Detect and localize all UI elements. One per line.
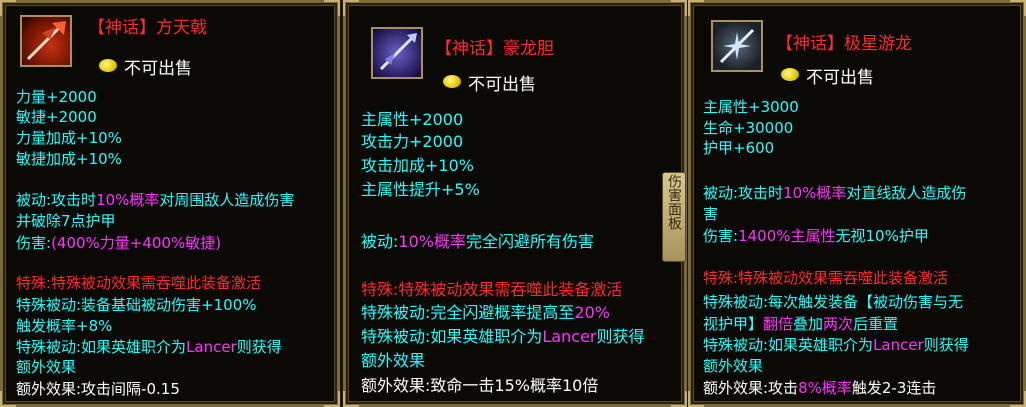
special-line: 特殊被动:完全闪避概率提高至20% — [361, 303, 610, 322]
stat-line: 力量+2000 — [16, 88, 97, 106]
special-line: 额外效果 — [361, 351, 426, 370]
gold-coin-icon — [781, 68, 799, 81]
spear-icon — [371, 27, 423, 79]
special-line: 特殊被动:如果英雄职介为Lancer则获得 — [16, 338, 282, 356]
stat-line: 护甲+600 — [703, 139, 775, 157]
sell-status: 不可出售 — [806, 68, 874, 88]
stat-line: 敏捷加成+10% — [16, 150, 122, 168]
extra-effect: 额外效果:致命一击15%概率10倍 — [361, 376, 599, 395]
item-title: 【神话】极星游龙 — [776, 34, 912, 54]
special-line: 特殊被动:如果英雄职介为Lancer则获得 — [703, 336, 969, 354]
stat-line: 攻击加成+10% — [361, 156, 474, 175]
special-line: 特殊被动:如果英雄职介为Lancer则获得 — [361, 327, 645, 346]
stat-line: 敏捷+2000 — [16, 108, 97, 126]
special-line: 触发概率+8% — [16, 317, 113, 335]
sell-status: 不可出售 — [468, 75, 536, 95]
special-line: 额外效果 — [703, 357, 764, 375]
halberd-icon — [20, 15, 72, 67]
damage-line: 伤害:1400%主属性无视10%护甲 — [703, 227, 929, 245]
passive-line: 被动:10%概率完全闪避所有伤害 — [361, 232, 594, 251]
passive-line-2: 并破除7点护甲 — [16, 212, 116, 230]
item-title: 【神话】方天戟 — [88, 18, 207, 38]
stat-line: 生命+30000 — [703, 119, 794, 137]
special-line: 特殊被动:装备基础被动伤害+100% — [16, 296, 257, 314]
gold-coin-icon — [443, 75, 461, 88]
star-spear-icon — [711, 20, 763, 72]
extra-effect: 额外效果:攻击间隔-0.15 — [16, 380, 180, 398]
damage-line: 伤害:(400%力量+400%敏捷) — [16, 234, 222, 252]
stat-line: 主属性+3000 — [703, 98, 799, 116]
special-header: 特殊:特殊被动效果需吞噬此装备激活 — [16, 274, 262, 292]
item-title: 【神话】豪龙胆 — [435, 39, 554, 59]
stat-line: 攻击力+2000 — [361, 132, 464, 151]
damage-panel-tab[interactable]: 伤害面板 — [662, 172, 686, 262]
extra-effect: 额外效果:攻击8%概率触发2-3连击 — [703, 379, 937, 397]
damage-panel-tab-label: 伤害面板 — [666, 174, 682, 230]
special-line: 额外效果 — [16, 358, 77, 376]
stat-line: 主属性提升+5% — [361, 180, 480, 199]
stat-line: 主属性+2000 — [361, 110, 464, 129]
special-header: 特殊:特殊被动效果需吞噬此装备激活 — [703, 269, 949, 287]
item-tooltip-haolongdan: 【神话】豪龙胆 不可出售 主属性+2000 攻击力+2000 攻击加成+10% … — [343, 0, 687, 407]
item-tooltip-fangtianji: 【神话】方天戟 不可出售 力量+2000 敏捷+2000 力量加成+10% 敏捷… — [0, 0, 340, 407]
passive-line: 被动:攻击时10%概率对周围敌人造成伤害 — [16, 191, 295, 209]
sell-status: 不可出售 — [124, 59, 192, 79]
special-line: 视护甲】翻倍叠加两次后重置 — [703, 315, 899, 333]
passive-line: 被动:攻击时10%概率对直线敌人造成伤 — [703, 184, 967, 202]
gold-coin-icon — [99, 59, 117, 72]
special-header: 特殊:特殊被动效果需吞噬此装备激活 — [361, 280, 623, 299]
special-line: 特殊被动:每次触发装备【被动伤害与无 — [703, 293, 964, 311]
passive-line-2: 害 — [703, 205, 719, 223]
item-tooltip-jixingyoulong: 【神话】极星游龙 不可出售 主属性+3000 生命+30000 护甲+600 被… — [688, 0, 1026, 407]
stat-line: 力量加成+10% — [16, 129, 122, 147]
